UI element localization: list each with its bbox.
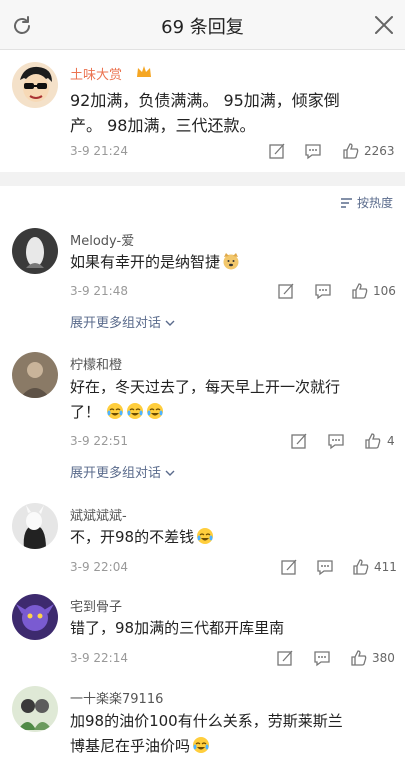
like-icon[interactable] — [352, 558, 370, 576]
commenter-name[interactable]: Melody-爱 — [70, 230, 134, 249]
repost-icon[interactable] — [290, 432, 308, 450]
like-icon[interactable] — [364, 432, 382, 450]
reply-icon[interactable] — [304, 142, 322, 160]
close-icon[interactable] — [373, 14, 395, 36]
root-comment: 土味大赏 92加满，负债满满。 95加满，倾家倒 产。 98加满，三代还款。 3… — [0, 50, 405, 172]
section-divider — [0, 172, 405, 186]
like-count: 2263 — [364, 144, 395, 158]
like-count: 4 — [387, 434, 395, 448]
reply-icon[interactable] — [327, 432, 345, 450]
commenter-name[interactable]: 斌斌斌斌- — [70, 505, 127, 524]
comment-text-content: 如果有幸开的是纳智捷 — [70, 253, 221, 271]
repost-icon[interactable] — [280, 558, 298, 576]
laugh-cry-emoji-icon — [193, 737, 210, 753]
sort-button[interactable]: 按热度 — [340, 194, 393, 211]
page-title: 69 条回复 — [161, 17, 244, 38]
avatar[interactable] — [12, 228, 58, 274]
laugh-cry-emoji-icon — [197, 528, 214, 544]
expand-conversation-link[interactable]: 展开更多组对话 — [70, 462, 175, 481]
commenter-name[interactable]: 柠檬和橙 — [70, 354, 122, 373]
sort-icon — [340, 197, 352, 208]
like-icon[interactable] — [342, 142, 360, 160]
commenter-name[interactable]: 宅到骨子 — [70, 596, 122, 615]
repost-icon[interactable] — [268, 142, 286, 160]
crown-badge-icon — [137, 66, 151, 77]
avatar[interactable] — [12, 503, 58, 549]
reply-icon[interactable] — [314, 282, 332, 300]
comment-text-line-1: 好在，冬天过去了，每天早上开一次就行 — [70, 378, 341, 396]
comment-text-line-1: 92加满，负债满满。 95加满，倾家倒 — [70, 91, 340, 110]
laugh-cry-emoji-icon — [147, 403, 164, 419]
avatar[interactable] — [12, 62, 58, 108]
comment-text-line-2: 产。 98加满，三代还款。 — [70, 116, 256, 135]
comment-time: 3-9 21:24 — [70, 144, 128, 158]
doge-emoji-icon — [223, 253, 239, 270]
avatar[interactable] — [12, 352, 58, 398]
like-icon[interactable] — [351, 282, 369, 300]
comment-text-content: 了！ — [70, 403, 101, 421]
laugh-cry-emoji-icon — [127, 403, 144, 419]
reply-header: 69 条回复 — [0, 0, 405, 50]
reply-icon[interactable] — [313, 649, 331, 667]
comment-text-line-2: 博基尼在乎油价吗 — [70, 734, 210, 759]
comment-text-line-2: 了！ — [70, 400, 164, 425]
comment-time: 3-9 22:04 — [70, 560, 128, 574]
sort-label: 按热度 — [356, 196, 393, 210]
expand-label: 展开更多组对话 — [70, 466, 162, 481]
reply-icon[interactable] — [316, 558, 334, 576]
commenter-name[interactable]: 一十楽楽79116 — [70, 688, 163, 707]
avatar[interactable] — [12, 686, 58, 732]
comment-text-content: 博基尼在乎油价吗 — [70, 737, 191, 755]
chevron-down-icon — [165, 470, 175, 476]
comment-time: 3-9 21:48 — [70, 284, 128, 298]
laugh-cry-emoji-icon — [107, 403, 124, 419]
expand-label: 展开更多组对话 — [70, 316, 162, 331]
repost-icon[interactable] — [277, 282, 295, 300]
comment-time: 3-9 22:51 — [70, 434, 128, 448]
avatar[interactable] — [12, 594, 58, 640]
chevron-down-icon — [165, 320, 175, 326]
comment-text: 如果有幸开的是纳智捷 — [70, 250, 240, 275]
like-count: 106 — [373, 284, 396, 298]
like-count: 380 — [372, 651, 395, 665]
like-count: 411 — [374, 560, 397, 574]
comment-text: 错了，98加满的三代都开库里南 — [70, 619, 285, 637]
comment-text-line-1: 加98的油价100有什么关系，劳斯莱斯兰 — [70, 712, 343, 730]
comment-time: 3-9 22:14 — [70, 651, 128, 665]
reply-list: 按热度 Melody-爱 如果有幸开的是纳智捷 3-9 21:48 106 展开… — [0, 186, 405, 777]
comment-text-content: 不，开98的不差钱 — [70, 528, 195, 546]
expand-conversation-link[interactable]: 展开更多组对话 — [70, 312, 175, 331]
like-icon[interactable] — [350, 649, 368, 667]
commenter-name[interactable]: 土味大赏 — [70, 64, 122, 83]
comment-text: 不，开98的不差钱 — [70, 525, 214, 550]
repost-icon[interactable] — [276, 649, 294, 667]
